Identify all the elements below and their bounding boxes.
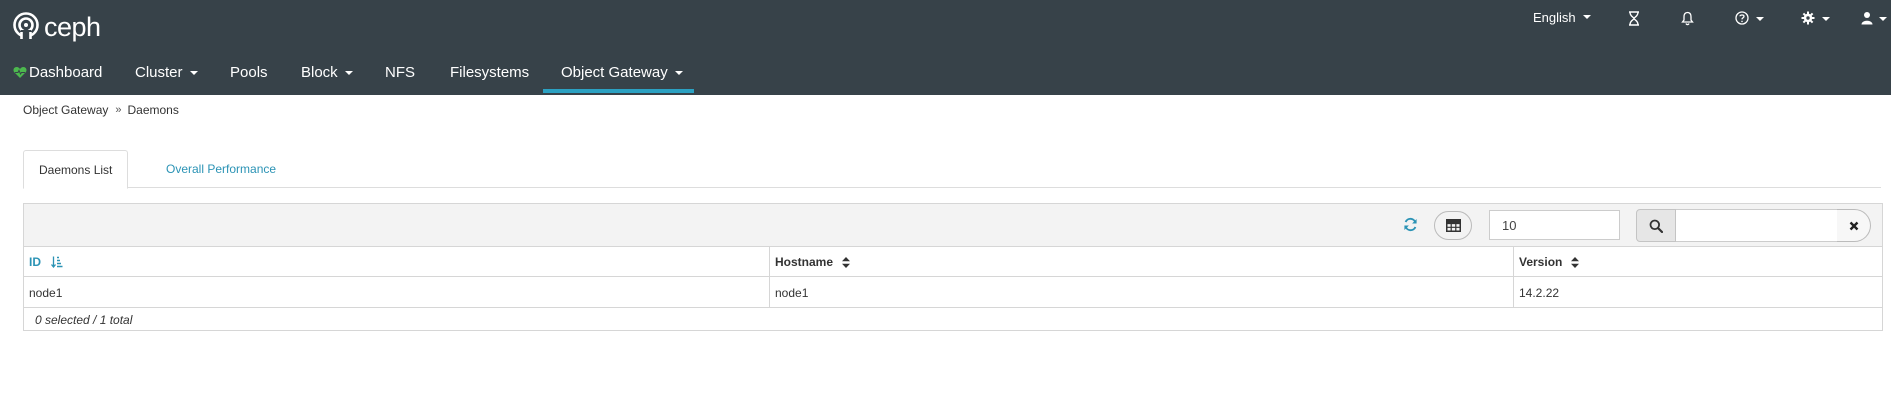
table-columns-icon: [1445, 219, 1461, 232]
help-icon: [1735, 10, 1749, 28]
cell-hostname: node1: [775, 286, 809, 300]
tab-bar: Daemons List Overall Performance: [23, 150, 1881, 189]
chevron-down-icon: [1879, 17, 1887, 21]
search-input[interactable]: [1676, 209, 1838, 242]
hourglass-icon: [1628, 11, 1640, 29]
gear-icon: [1801, 11, 1815, 28]
breadcrumb-item: Daemons: [127, 103, 179, 117]
search-group: [1636, 209, 1871, 242]
nav-block[interactable]: Block: [301, 50, 353, 95]
background-tasks-button[interactable]: [1628, 9, 1640, 31]
sort-icon: [1571, 256, 1580, 268]
top-navbar: ceph English Dashboard Cluster Pools Blo…: [0, 0, 1891, 95]
column-header-id[interactable]: ID: [24, 247, 63, 277]
nav-label: NFS: [385, 64, 415, 81]
breadcrumb: Object Gateway » Daemons: [23, 103, 179, 117]
heart-pulse-icon: [13, 66, 27, 79]
refresh-icon: [1403, 217, 1418, 232]
nav-cluster[interactable]: Cluster: [135, 50, 198, 95]
cell-version: 14.2.22: [1519, 286, 1560, 300]
help-menu[interactable]: [1735, 8, 1764, 30]
table-header: ID Hostname Version: [24, 247, 1882, 277]
cell-id: node1: [29, 286, 63, 300]
nav-label: Dashboard: [29, 64, 103, 81]
language-selector[interactable]: English: [1533, 6, 1591, 28]
daemons-table: ID Hostname Version: [23, 203, 1883, 331]
column-toggle-button[interactable]: [1434, 211, 1472, 240]
table-footer: 0 selected / 1 total: [35, 313, 133, 327]
chevron-down-icon: [1756, 17, 1764, 21]
nav-dashboard[interactable]: Dashboard: [13, 50, 102, 95]
tab-label: Daemons List: [39, 162, 113, 177]
bell-icon: [1681, 11, 1694, 29]
column-header-hostname[interactable]: Hostname: [770, 247, 851, 277]
chevron-down-icon: [1582, 15, 1591, 19]
table-toolbar: [24, 204, 1882, 247]
nav-pools[interactable]: Pools: [230, 50, 268, 95]
tab-daemons-list[interactable]: Daemons List: [23, 150, 129, 189]
breadcrumb-item[interactable]: Object Gateway: [23, 103, 108, 117]
page-size-input[interactable]: [1489, 210, 1620, 240]
refresh-button[interactable]: [1401, 215, 1419, 233]
nav-label: Pools: [230, 64, 268, 81]
nav-object-gateway[interactable]: Object Gateway: [543, 50, 694, 95]
sort-icon: [842, 256, 851, 268]
nav-label: Block: [301, 64, 338, 81]
nav-nfs[interactable]: NFS: [385, 50, 415, 95]
column-label: ID: [29, 255, 41, 269]
nav-filesystems[interactable]: Filesystems: [450, 50, 529, 95]
ceph-logo[interactable]: ceph: [12, 12, 101, 42]
tab-label: Overall Performance: [166, 162, 277, 176]
chevron-down-icon: [1822, 17, 1830, 21]
search-button[interactable]: [1636, 209, 1676, 242]
nav-label: Cluster: [135, 64, 183, 81]
tab-overall-performance[interactable]: Overall Performance: [151, 150, 291, 188]
settings-menu[interactable]: [1801, 8, 1830, 30]
column-header-version[interactable]: Version: [1514, 247, 1580, 277]
nav-label: Filesystems: [450, 64, 530, 81]
sort-amount-icon: [51, 256, 63, 268]
search-icon: [1649, 219, 1663, 233]
ceph-logo-icon: [12, 12, 40, 42]
chevron-down-icon: [189, 70, 198, 75]
nav-label: Object Gateway: [561, 64, 668, 81]
user-menu[interactable]: [1861, 8, 1887, 30]
clear-search-button[interactable]: [1837, 209, 1871, 242]
language-label: English: [1533, 9, 1576, 25]
table-row[interactable]: node1 node1 14.2.22: [24, 278, 1882, 308]
chevron-down-icon: [674, 70, 683, 75]
chevron-down-icon: [344, 70, 353, 75]
column-label: Version: [1519, 255, 1563, 269]
notifications-button[interactable]: [1681, 9, 1694, 31]
column-label: Hostname: [775, 255, 834, 269]
breadcrumb-separator: »: [115, 104, 122, 116]
close-icon: [1849, 221, 1859, 231]
user-icon: [1861, 11, 1873, 28]
logo-text: ceph: [44, 12, 101, 42]
